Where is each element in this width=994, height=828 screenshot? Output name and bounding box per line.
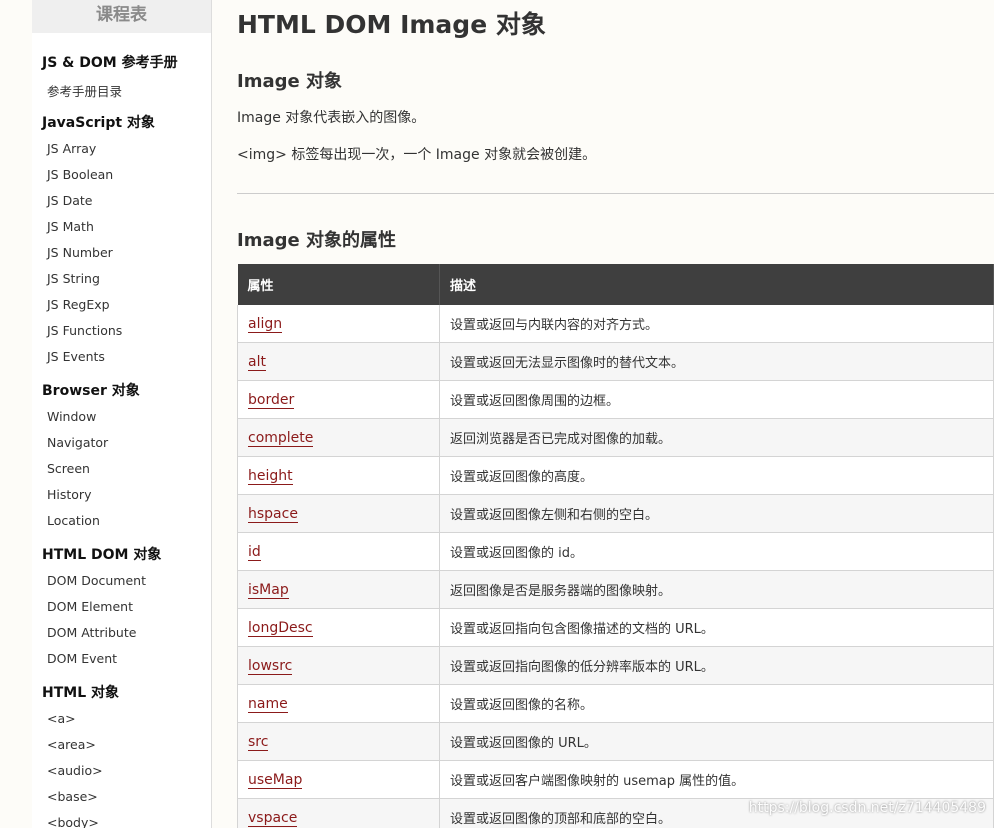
property-link-hspace[interactable]: hspace bbox=[248, 505, 298, 523]
sidebar-item-navigator[interactable]: Navigator bbox=[47, 435, 108, 450]
property-cell: useMap bbox=[237, 760, 440, 799]
table-row: lowsrc 设置或返回指向图像的低分辨率版本的 URL。 bbox=[237, 646, 994, 685]
table-row: name 设置或返回图像的名称。 bbox=[237, 684, 994, 723]
column-header-description: 描述 bbox=[439, 264, 994, 305]
watermark: https://blog.csdn.net/z714405489 bbox=[748, 800, 986, 816]
table-row: align 设置或返回与内联内容的对齐方式。 bbox=[237, 305, 994, 343]
section-title-image-object: Image 对象 bbox=[237, 71, 342, 92]
sidebar-item-reference-index[interactable]: 参考手册目录 bbox=[47, 81, 122, 100]
property-link-align[interactable]: align bbox=[248, 315, 283, 333]
property-cell: isMap bbox=[237, 570, 440, 609]
table-row: id 设置或返回图像的 id。 bbox=[237, 532, 994, 571]
property-cell: complete bbox=[237, 418, 440, 457]
properties-table: 属性 描述 align 设置或返回与内联内容的对齐方式。 alt 设置或返回无法… bbox=[237, 264, 994, 828]
property-cell: hspace bbox=[237, 494, 440, 533]
sidebar-item-js-array[interactable]: JS Array bbox=[47, 141, 96, 156]
sidebar-item-base[interactable]: <base> bbox=[47, 789, 98, 804]
property-link-height[interactable]: height bbox=[248, 467, 293, 485]
description-cell: 设置或返回指向图像的低分辨率版本的 URL。 bbox=[439, 646, 994, 685]
description-cell: 设置或返回图像的高度。 bbox=[439, 456, 994, 495]
property-link-usemap[interactable]: useMap bbox=[248, 771, 303, 789]
section-title-properties: Image 对象的属性 bbox=[237, 230, 396, 251]
sidebar-item-a[interactable]: <a> bbox=[47, 711, 76, 726]
description-cell: 设置或返回图像的 URL。 bbox=[439, 722, 994, 761]
property-link-name[interactable]: name bbox=[248, 695, 288, 713]
sidebar-group-title-javascript: JavaScript 对象 bbox=[42, 115, 155, 131]
property-cell: vspace bbox=[237, 798, 440, 828]
table-row: complete 返回浏览器是否已完成对图像的加载。 bbox=[237, 418, 994, 457]
table-row: border 设置或返回图像周围的边框。 bbox=[237, 380, 994, 419]
main-content: HTML DOM Image 对象 Image 对象 Image 对象代表嵌入的… bbox=[237, 0, 994, 828]
intro-paragraph-2: <img> 标签每出现一次，一个 Image 对象就会被创建。 bbox=[237, 147, 597, 163]
sidebar-item-js-string[interactable]: JS String bbox=[47, 271, 100, 286]
sidebar-item-body[interactable]: <body> bbox=[47, 815, 99, 828]
sidebar-item-dom-document[interactable]: DOM Document bbox=[47, 573, 146, 588]
intro-paragraph-1: Image 对象代表嵌入的图像。 bbox=[237, 110, 426, 126]
sidebar-header: 课程表 bbox=[32, 0, 211, 33]
description-cell: 返回图像是否是服务器端的图像映射。 bbox=[439, 570, 994, 609]
table-row: longDesc 设置或返回指向包含图像描述的文档的 URL。 bbox=[237, 608, 994, 647]
table-row: src 设置或返回图像的 URL。 bbox=[237, 722, 994, 761]
description-cell: 返回浏览器是否已完成对图像的加载。 bbox=[439, 418, 994, 457]
description-cell: 设置或返回无法显示图像时的替代文本。 bbox=[439, 342, 994, 381]
table-row: isMap 返回图像是否是服务器端的图像映射。 bbox=[237, 570, 994, 609]
property-cell: height bbox=[237, 456, 440, 495]
sidebar-item-area[interactable]: <area> bbox=[47, 737, 96, 752]
property-cell: name bbox=[237, 684, 440, 723]
description-cell: 设置或返回图像的 id。 bbox=[439, 532, 994, 571]
property-cell: id bbox=[237, 532, 440, 571]
property-link-border[interactable]: border bbox=[248, 391, 295, 409]
property-cell: alt bbox=[237, 342, 440, 381]
property-cell: src bbox=[237, 722, 440, 761]
sidebar-item-js-functions[interactable]: JS Functions bbox=[47, 323, 122, 338]
column-header-property: 属性 bbox=[237, 264, 440, 305]
description-cell: 设置或返回指向包含图像描述的文档的 URL。 bbox=[439, 608, 994, 647]
sidebar-item-js-events[interactable]: JS Events bbox=[47, 349, 105, 364]
property-link-ismap[interactable]: isMap bbox=[248, 581, 289, 599]
table-row: hspace 设置或返回图像左侧和右侧的空白。 bbox=[237, 494, 994, 533]
property-link-id[interactable]: id bbox=[248, 543, 261, 561]
table-row: useMap 设置或返回客户端图像映射的 usemap 属性的值。 bbox=[237, 760, 994, 799]
table-row: height 设置或返回图像的高度。 bbox=[237, 456, 994, 495]
sidebar-item-dom-element[interactable]: DOM Element bbox=[47, 599, 133, 614]
property-link-vspace[interactable]: vspace bbox=[248, 809, 298, 827]
sidebar-item-js-regexp[interactable]: JS RegExp bbox=[47, 297, 110, 312]
property-cell: border bbox=[237, 380, 440, 419]
sidebar-item-js-date[interactable]: JS Date bbox=[47, 193, 92, 208]
sidebar-group-title-html-objects: HTML 对象 bbox=[42, 685, 119, 701]
description-cell: 设置或返回与内联内容的对齐方式。 bbox=[439, 305, 994, 343]
property-link-alt[interactable]: alt bbox=[248, 353, 266, 371]
sidebar-group-title-html-dom: HTML DOM 对象 bbox=[42, 547, 162, 563]
sidebar-item-js-boolean[interactable]: JS Boolean bbox=[47, 167, 113, 182]
sidebar-item-location[interactable]: Location bbox=[47, 513, 100, 528]
sidebar-item-window[interactable]: Window bbox=[47, 409, 96, 424]
sidebar-item-history[interactable]: History bbox=[47, 487, 91, 502]
sidebar-item-screen[interactable]: Screen bbox=[47, 461, 90, 476]
page-title: HTML DOM Image 对象 bbox=[237, 10, 546, 39]
property-link-longdesc[interactable]: longDesc bbox=[248, 619, 313, 637]
sidebar-item-dom-attribute[interactable]: DOM Attribute bbox=[47, 625, 136, 640]
description-cell: 设置或返回客户端图像映射的 usemap 属性的值。 bbox=[439, 760, 994, 799]
sidebar-group-title-js-dom: JS & DOM 参考手册 bbox=[42, 55, 178, 71]
left-gutter bbox=[0, 0, 32, 828]
sidebar-group-title-browser: Browser 对象 bbox=[42, 383, 140, 399]
sidebar-item-js-math[interactable]: JS Math bbox=[47, 219, 94, 234]
sidebar-item-dom-event[interactable]: DOM Event bbox=[47, 651, 117, 666]
property-link-src[interactable]: src bbox=[248, 733, 269, 751]
section-divider bbox=[237, 193, 994, 194]
property-link-lowsrc[interactable]: lowsrc bbox=[248, 657, 293, 675]
description-cell: 设置或返回图像的名称。 bbox=[439, 684, 994, 723]
property-cell: lowsrc bbox=[237, 646, 440, 685]
sidebar-item-audio[interactable]: <audio> bbox=[47, 763, 103, 778]
description-cell: 设置或返回图像周围的边框。 bbox=[439, 380, 994, 419]
property-cell: align bbox=[237, 305, 440, 343]
table-header-row: 属性 描述 bbox=[237, 264, 994, 305]
sidebar-item-js-number[interactable]: JS Number bbox=[47, 245, 113, 260]
property-link-complete[interactable]: complete bbox=[248, 429, 314, 447]
sidebar: 课程表 JS & DOM 参考手册 参考手册目录 JavaScript 对象 J… bbox=[32, 0, 212, 828]
property-cell: longDesc bbox=[237, 608, 440, 647]
table-row: alt 设置或返回无法显示图像时的替代文本。 bbox=[237, 342, 994, 381]
description-cell: 设置或返回图像左侧和右侧的空白。 bbox=[439, 494, 994, 533]
